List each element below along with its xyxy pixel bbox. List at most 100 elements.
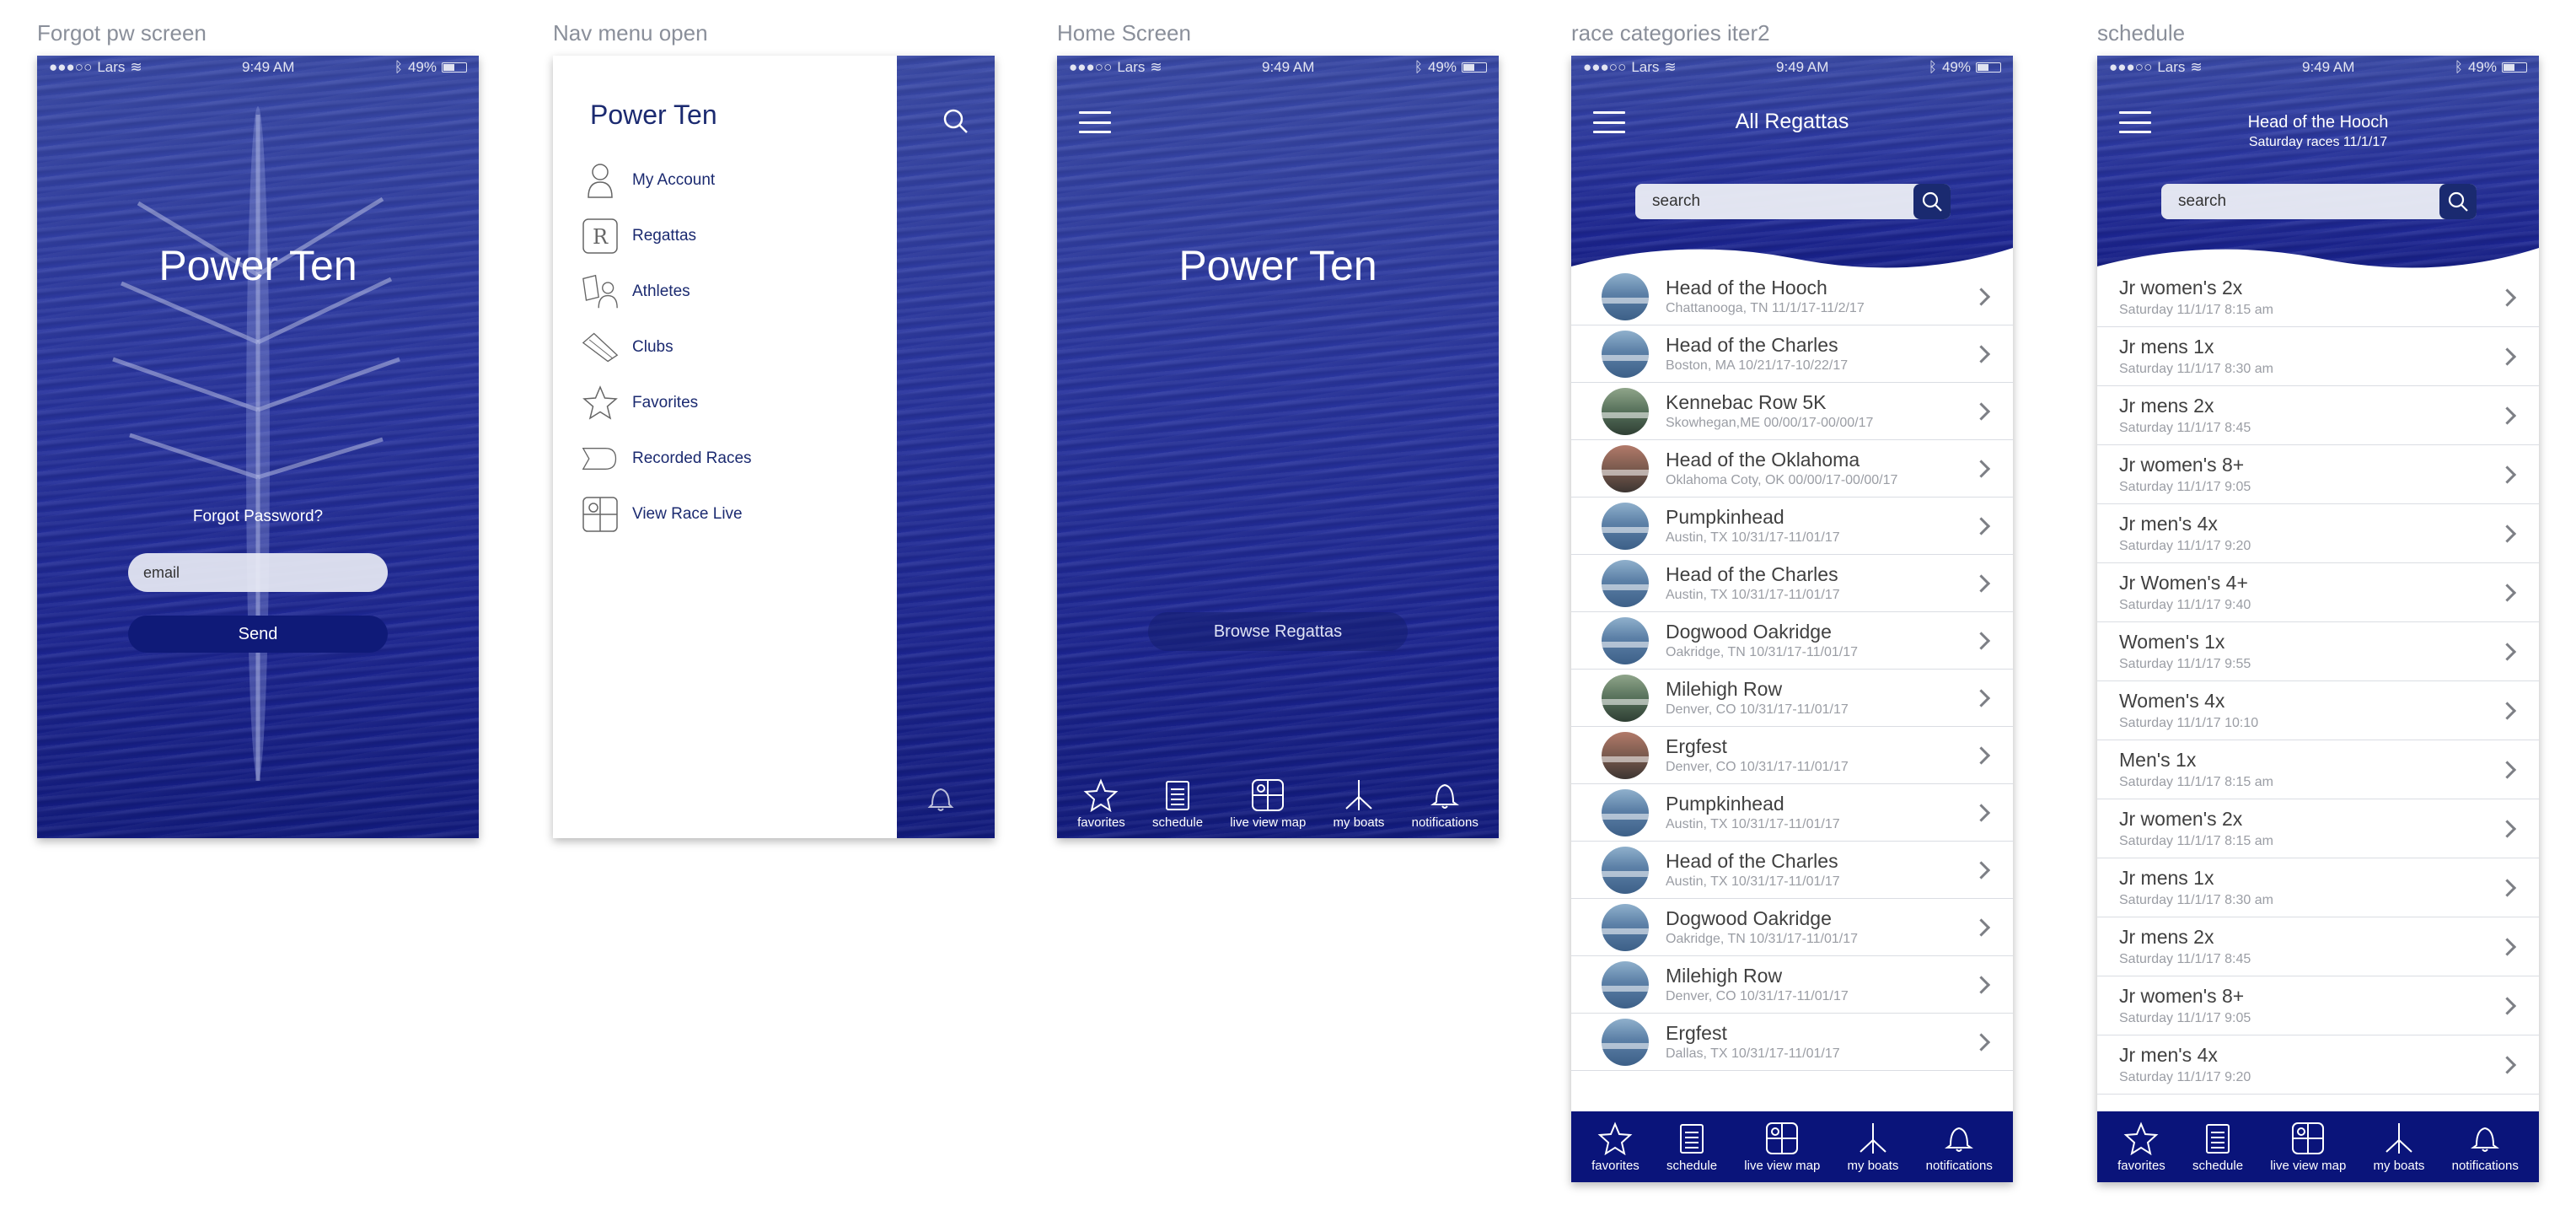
list-item[interactable]: Head of the Hooch Chattanooga, TN 11/1/17…	[1571, 268, 2013, 325]
bell-icon[interactable]	[924, 781, 958, 819]
list-item[interactable]: Jr mens 1x Saturday 11/1/17 8:30 am	[2097, 858, 2539, 917]
search-bar[interactable]	[1635, 184, 1951, 219]
list-item[interactable]: Jr women's 2x Saturday 11/1/17 8:15 am	[2097, 268, 2539, 327]
chevron-right-icon	[1972, 401, 1991, 421]
regatta-thumbnail	[1602, 674, 1649, 722]
signal-icon: ●●●○○	[49, 59, 93, 75]
search-bar[interactable]	[2161, 184, 2477, 219]
app-title: Power Ten	[1178, 242, 1377, 289]
tab-my-boats[interactable]: my boats	[2374, 1121, 2424, 1173]
regatta-thumbnail	[1602, 272, 1649, 320]
menu-item-athletes[interactable]: Athletes	[582, 273, 690, 310]
chevron-right-icon	[1972, 917, 1991, 937]
search-button[interactable]	[2439, 184, 2477, 219]
frame-label-schedule: schedule	[2097, 20, 2186, 46]
list-item[interactable]: Head of the Charles Boston, MA 10/21/17-1…	[1571, 325, 2013, 383]
item-title: Jr mens 2x	[2119, 925, 2214, 948]
chevron-right-icon	[1972, 459, 1991, 478]
tab-schedule[interactable]: schedule	[1666, 1121, 1717, 1173]
boat-icon	[1860, 1122, 1886, 1154]
list-item[interactable]: Jr mens 1x Saturday 11/1/17 8:30 am	[2097, 327, 2539, 386]
item-subtitle: Saturday 11/1/17 9:05	[2119, 479, 2251, 494]
list-item[interactable]: Dogwood Oakridge Oakridge, TN 10/31/17-11…	[1571, 612, 2013, 670]
list-item[interactable]: Women's 4x Saturday 11/1/17 10:10	[2097, 681, 2539, 740]
tab-notifications[interactable]: notifications	[1412, 778, 1479, 830]
tab-favorites[interactable]: favorites	[1077, 777, 1125, 830]
browse-regattas-button[interactable]: Browse Regattas	[1148, 612, 1408, 651]
list-item[interactable]: Jr mens 2x Saturday 11/1/17 8:45	[2097, 386, 2539, 445]
chevron-right-icon	[1972, 975, 1991, 994]
chevron-right-icon	[1972, 516, 1991, 535]
tab-label: notifications	[1925, 1158, 1993, 1173]
list-item[interactable]: Pumpkinhead Austin, TX 10/31/17-11/01/17	[1571, 784, 2013, 842]
list-item[interactable]: Milehigh Row Denver, CO 10/31/17-11/01/17	[1571, 956, 2013, 1014]
regatta-thumbnail	[1602, 330, 1649, 378]
chevron-right-icon	[1972, 573, 1991, 593]
list-item[interactable]: Men's 1x Saturday 11/1/17 8:15 am	[2097, 740, 2539, 799]
list-item[interactable]: Jr men's 4x Saturday 11/1/17 9:20	[2097, 1035, 2539, 1095]
menu-item-recorded-races[interactable]: Recorded Races	[582, 440, 752, 477]
item-subtitle: Saturday 11/1/17 9:20	[2119, 1069, 2251, 1084]
menu-item-my-account[interactable]: My Account	[582, 162, 715, 199]
list-item[interactable]: Dogwood Oakridge Oakridge, TN 10/31/17-11…	[1571, 899, 2013, 956]
list-item[interactable]: Head of the Charles Austin, TX 10/31/17-1…	[1571, 555, 2013, 612]
tab-live-view-map[interactable]: live view map	[1744, 1121, 1820, 1173]
tab-label: live view map	[1230, 815, 1307, 830]
list-item[interactable]: Pumpkinhead Austin, TX 10/31/17-11/01/17	[1571, 498, 2013, 555]
list-item[interactable]: Jr women's 8+ Saturday 11/1/17 9:05	[2097, 976, 2539, 1035]
menu-item-regattas[interactable]: R Regattas	[582, 218, 696, 255]
item-subtitle: Skowhegan,ME 00/00/17-00/00/17	[1666, 416, 1874, 431]
send-button[interactable]: Send	[128, 616, 388, 653]
bell-icon	[2471, 1127, 2500, 1152]
tab-notifications[interactable]: notifications	[1926, 1121, 1993, 1173]
battery-icon	[1976, 62, 2001, 73]
regatta-thumbnail	[1602, 788, 1649, 836]
list-item[interactable]: Ergfest Dallas, TX 10/31/17-11/01/17	[1571, 1014, 2013, 1071]
menu-item-favorites[interactable]: Favorites	[582, 385, 698, 422]
item-title: Jr women's 2x	[2119, 276, 2243, 299]
tab-favorites[interactable]: favorites	[2117, 1121, 2165, 1173]
tab-my-boats[interactable]: my boats	[1334, 778, 1384, 830]
list-item[interactable]: Milehigh Row Denver, CO 10/31/17-11/01/17	[1571, 670, 2013, 727]
menu-item-view-race-live[interactable]: View Race Live	[582, 496, 743, 533]
list-item[interactable]: Jr women's 2x Saturday 11/1/17 8:15 am	[2097, 799, 2539, 858]
menu-title: Power Ten	[590, 100, 717, 130]
tab-schedule[interactable]: schedule	[1152, 778, 1203, 830]
search-icon[interactable]	[941, 106, 971, 141]
search-input[interactable]	[1635, 192, 1913, 211]
list-item[interactable]: Head of the Charles Austin, TX 10/31/17-1…	[1571, 842, 2013, 899]
list-item[interactable]: Kennebac Row 5K Skowhegan,ME 00/00/17-00/…	[1571, 383, 2013, 440]
list-item[interactable]: Jr women's 8+ Saturday 11/1/17 9:05	[2097, 445, 2539, 504]
chevron-right-icon	[1972, 745, 1991, 765]
list-item[interactable]: Women's 1x Saturday 11/1/17 9:55	[2097, 622, 2539, 681]
tab-live-view-map[interactable]: live view map	[1230, 778, 1306, 830]
search-button[interactable]	[1913, 184, 1951, 219]
list-item[interactable]: Jr mens 2x Saturday 11/1/17 8:45	[2097, 917, 2539, 976]
item-title: Women's 1x	[2119, 630, 2225, 653]
tab-favorites[interactable]: favorites	[1591, 1121, 1640, 1173]
tab-live-view-map[interactable]: live view map	[2270, 1121, 2346, 1173]
bluetooth-icon: ᛒ	[1414, 59, 1423, 75]
item-subtitle: Austin, TX 10/31/17-11/01/17	[1666, 874, 1840, 890]
email-input[interactable]	[143, 563, 388, 582]
list-item[interactable]: Jr Women's 4+ Saturday 11/1/17 9:40	[2097, 563, 2539, 622]
tab-notifications[interactable]: notifications	[2452, 1121, 2519, 1173]
item-subtitle: Saturday 11/1/17 9:40	[2119, 597, 2251, 612]
battery-icon	[2502, 62, 2527, 73]
bluetooth-icon: ᛒ	[394, 59, 403, 75]
search-input[interactable]	[2161, 192, 2439, 211]
list-item[interactable]: Jr men's 4x Saturday 11/1/17 9:20	[2097, 504, 2539, 563]
list-item[interactable]: Ergfest Denver, CO 10/31/17-11/01/17	[1571, 727, 2013, 784]
bell-icon	[1430, 783, 1460, 809]
item-subtitle: Austin, TX 10/31/17-11/01/17	[1666, 530, 1840, 546]
menu-label: View Race Live	[632, 505, 743, 523]
email-field[interactable]	[128, 553, 388, 592]
signal-icon: ●●●○○	[1583, 59, 1627, 75]
list-item[interactable]: Head of the Oklahoma Oklahoma Coty, OK 00…	[1571, 440, 2013, 498]
tab-schedule[interactable]: schedule	[2192, 1121, 2243, 1173]
tab-my-boats[interactable]: my boats	[1848, 1121, 1898, 1173]
item-subtitle: Saturday 11/1/17 8:15 am	[2119, 302, 2273, 317]
regatta-thumbnail	[1602, 846, 1649, 894]
menu-item-clubs[interactable]: Clubs	[582, 329, 674, 366]
hamburger-menu-icon[interactable]	[1079, 111, 1111, 133]
